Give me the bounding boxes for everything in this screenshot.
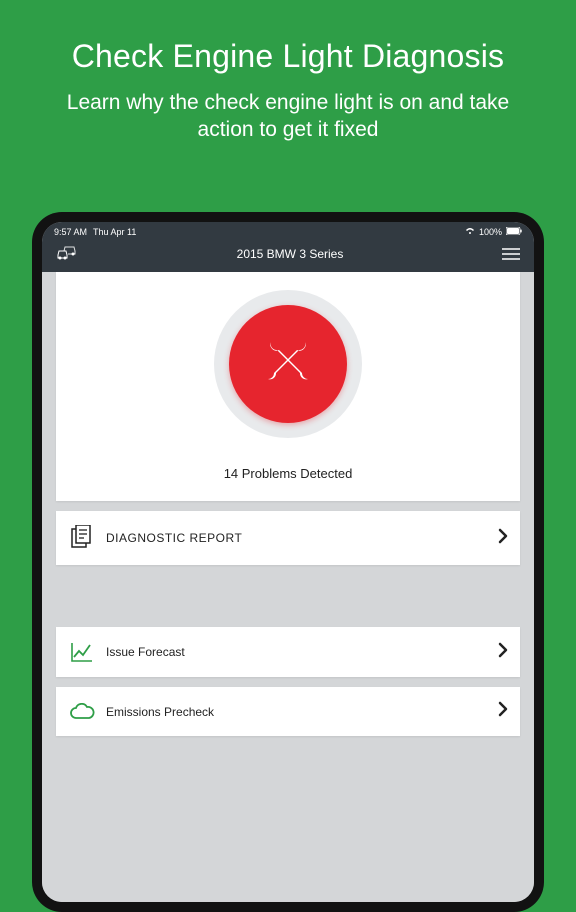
status-battery: 100%: [479, 227, 502, 237]
device-frame: 9:57 AM Thu Apr 11 100%: [32, 212, 544, 912]
emissions-precheck-label: Emissions Precheck: [106, 705, 498, 719]
cars-icon[interactable]: [56, 246, 78, 262]
status-bar: 9:57 AM Thu Apr 11 100%: [42, 222, 534, 240]
issue-forecast-label: Issue Forecast: [106, 645, 498, 659]
content-area: 14 Problems Detected DIAGNOSTIC REPORT: [42, 272, 534, 902]
problem-inner: [229, 305, 347, 423]
status-time: 9:57 AM: [54, 227, 87, 237]
diagnostic-report-label: DIAGNOSTIC REPORT: [106, 531, 498, 545]
document-icon: [68, 525, 96, 551]
battery-icon: [506, 227, 522, 237]
appbar-title: 2015 BMW 3 Series: [237, 247, 344, 261]
chart-line-icon: [68, 641, 96, 663]
problems-count-label: 14 Problems Detected: [224, 466, 353, 481]
device-screen: 9:57 AM Thu Apr 11 100%: [42, 222, 534, 902]
chevron-right-icon: [498, 642, 508, 663]
issue-forecast-row[interactable]: Issue Forecast: [56, 627, 520, 677]
problems-card: 14 Problems Detected: [56, 272, 520, 501]
app-bar: 2015 BMW 3 Series: [42, 240, 534, 272]
hamburger-menu-icon[interactable]: [502, 247, 520, 261]
diagnostic-report-row[interactable]: DIAGNOSTIC REPORT: [56, 511, 520, 565]
cloud-icon: [68, 703, 96, 721]
wrenches-icon: [256, 330, 320, 399]
hero-subtitle: Learn why the check engine light is on a…: [0, 75, 576, 144]
emissions-precheck-row[interactable]: Emissions Precheck: [56, 687, 520, 736]
wifi-icon: [465, 227, 475, 237]
status-date: Thu Apr 11: [93, 227, 136, 237]
chevron-right-icon: [498, 701, 508, 722]
hero-title: Check Engine Light Diagnosis: [0, 0, 576, 75]
chevron-right-icon: [498, 528, 508, 549]
problem-circle: [214, 290, 362, 438]
